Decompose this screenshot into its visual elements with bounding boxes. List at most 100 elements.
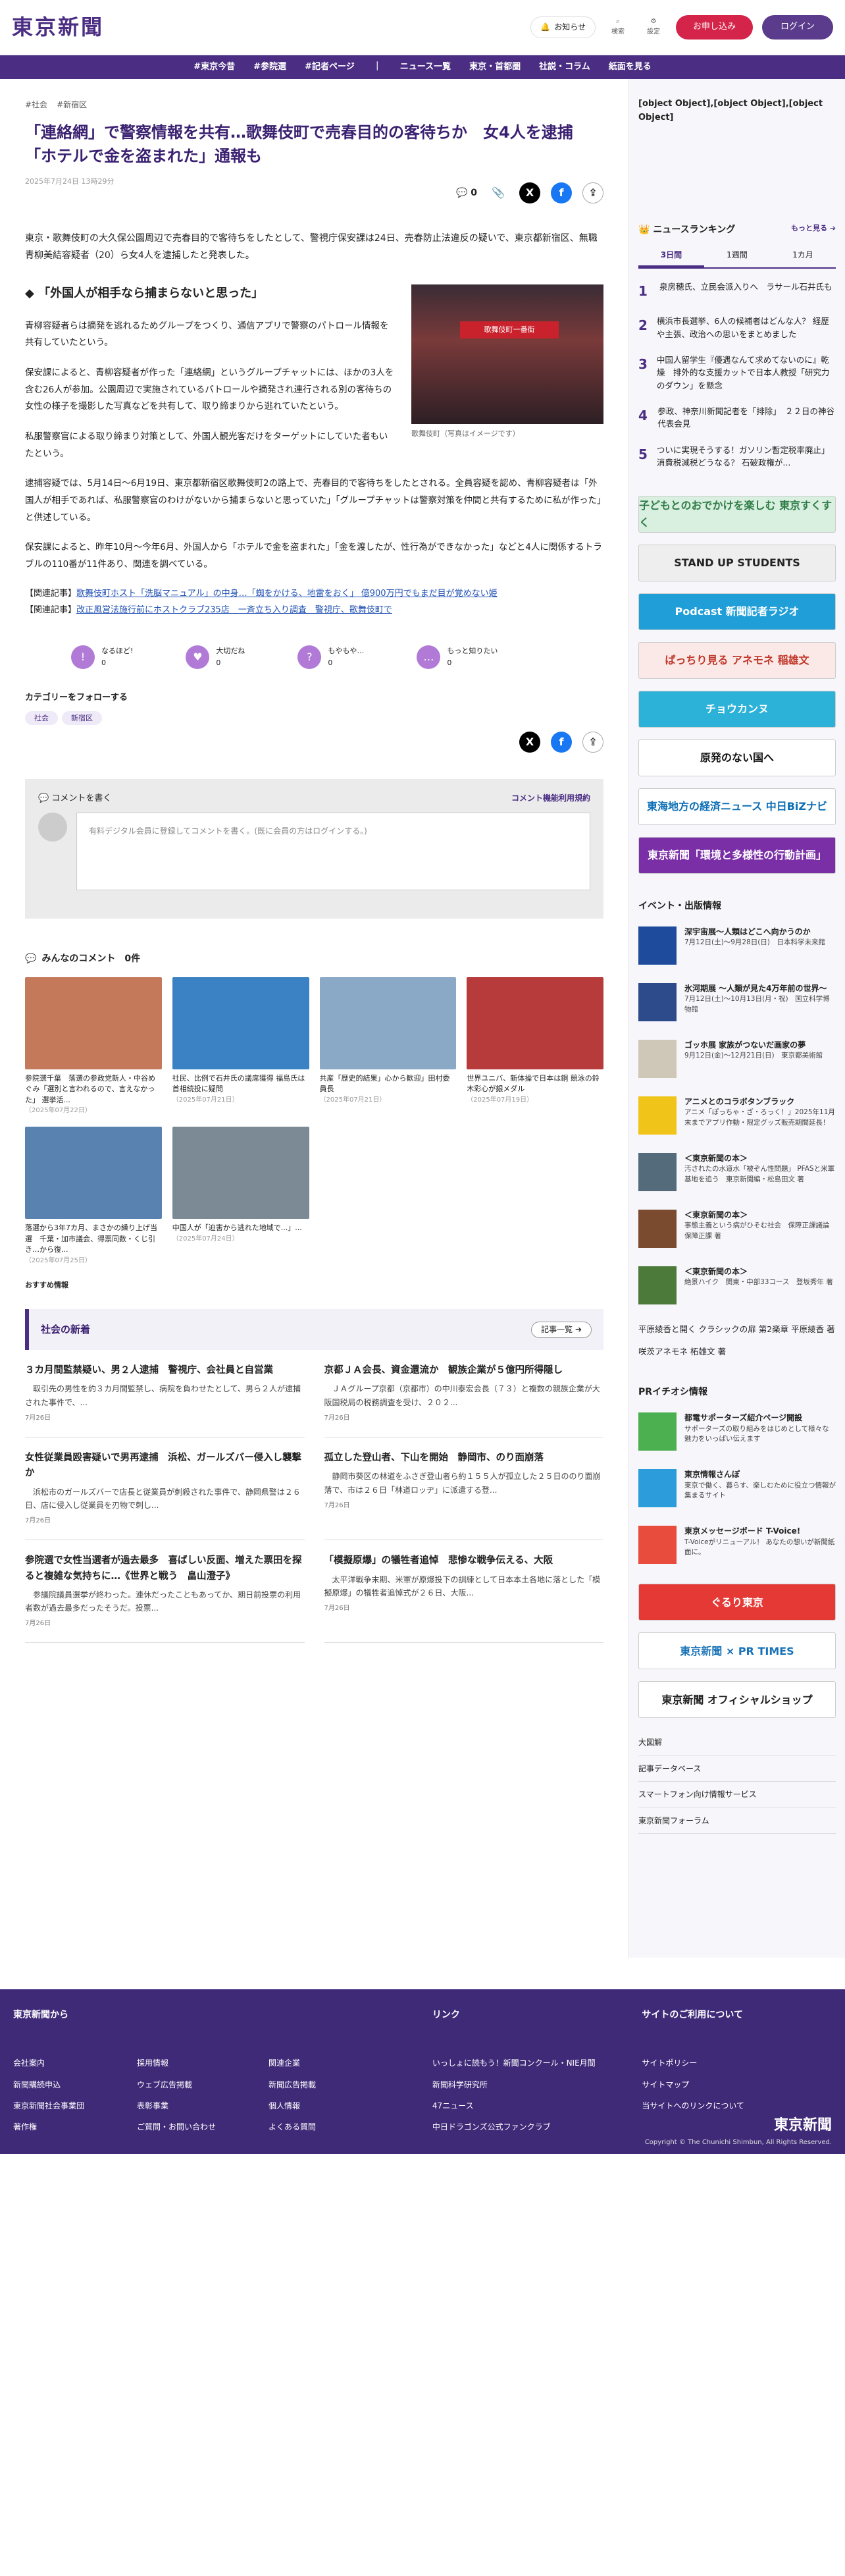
footer-link[interactable]: ウェブ広告掲載 — [137, 2074, 216, 2095]
nav-item[interactable]: 紙面を見る — [609, 61, 652, 74]
event-item[interactable]: アニメとのコラボタンブラック アニメ「ぽっちゃ・ざ・ろっく！」2025年11月末ま… — [638, 1096, 836, 1135]
nav-item[interactable]: ｜ — [373, 61, 382, 74]
event-item[interactable]: 氷河期展 〜人類が見た4万年前の世界〜 7月12日(土)〜10月13日(月・祝) … — [638, 982, 836, 1021]
follow-chip[interactable]: 新宿区 — [62, 711, 102, 726]
ranking-item[interactable]: 1 泉房穂氏、立民会派入りへ ラサール石井氏も — [638, 281, 836, 302]
side-link[interactable]: 東京新聞フォーラム — [638, 1808, 836, 1834]
event-item[interactable]: 東京メッセージボード T-Voice! T-Voiceがリニューアル！ あなたの想… — [638, 1526, 836, 1565]
book-link[interactable]: 平原綾香と開く クラシックの扉 第2楽章 平原綾香 著 — [638, 1323, 836, 1336]
tab-1week[interactable]: 1週間 — [704, 245, 770, 267]
news-item[interactable]: 京都ＪＡ会長、資金還流か 観族企業が５億円所得隠し ＪＡグループ京都（京都市）の… — [324, 1350, 603, 1438]
comment-input[interactable]: 有料デジタル会員に登録してコメントを書く。(既に会員の方はログインする。) — [76, 813, 590, 891]
share-icon[interactable]: ⇪ — [582, 182, 603, 203]
promo-banner[interactable]: 東京新聞 × PR TIMES — [638, 1632, 836, 1670]
promo-banner[interactable]: ぱっちり見る アネモネ 稲雄文 — [638, 641, 836, 679]
news-item[interactable]: 参院選で女性当選者が過去最多 喜ばしい反面、増えた票田を探ると複雑な気持ちに…《… — [25, 1540, 305, 1644]
event-item[interactable]: ＜東京新聞の本＞ 汚されたの水道水「被ぞん性問題」 PFASと米軍基地を追う 東京… — [638, 1152, 836, 1191]
book-link[interactable]: 咲茨アネモネ 柘雄文 著 — [638, 1345, 836, 1358]
footer-link[interactable]: サイトマップ — [642, 2074, 832, 2095]
promo-banner[interactable]: Podcast 新聞記者ラジオ — [638, 593, 836, 630]
recommend-card[interactable]: 落選から3年7カ月、まさかの繰り上げ当選 千葉・加市議会、得票同数・くじ引き…か… — [25, 1127, 162, 1266]
promo-banner[interactable]: チョウカンヌ — [638, 690, 836, 728]
event-item[interactable]: ＜東京新聞の本＞ 絶景ハイク 関東・中部33コース 登坂秀年 著 — [638, 1266, 836, 1304]
ranking-item[interactable]: 5 ついに実現そうする！ガソリン暫定税率廃止」消費税減税どうなる？ 石破政権が..… — [638, 444, 836, 470]
ranking-item[interactable]: 4 参政、神奈川新聞記者を「排除」 ２２日の神谷代表会見 — [638, 405, 836, 431]
nav-item[interactable]: ニュース一覧 — [400, 61, 451, 74]
side-link[interactable]: スマートフォン向け情報サービス — [638, 1782, 836, 1808]
event-item[interactable]: ゴッホ展 家族がつないだ画家の夢 9月12日(金)〜12月21日(日) 東京都美術… — [638, 1039, 836, 1078]
notice-button[interactable]: 🔔 お知らせ — [530, 16, 596, 39]
reaction-button[interactable]: ♥ 大切だね 0 — [186, 645, 245, 669]
nav-item[interactable]: #参院選 — [253, 61, 286, 74]
share-icon[interactable]: ⇪ — [582, 732, 603, 753]
site-logo[interactable]: 東京新聞 — [12, 11, 104, 44]
search-button[interactable]: ⌕ 検索 — [605, 16, 631, 38]
tab-1month[interactable]: 1カ月 — [770, 245, 836, 267]
promo-banner[interactable]: 原発のない国へ — [638, 739, 836, 776]
recommend-card[interactable]: 世界ユニバ、新体操で日本は銅 競泳の鈴木彩心が銀メダル （2025年07月19日） — [467, 977, 603, 1117]
nav-item[interactable]: #東京今昔 — [193, 61, 235, 74]
footer-link[interactable]: 個人情報 — [269, 2095, 316, 2116]
footer-link[interactable]: 47ニュース — [432, 2095, 642, 2116]
ranking-item[interactable]: 3 中国人留学生『優遇なんて求めてないのに』乾燥 排外的な支援カットで日本人教授「… — [638, 354, 836, 392]
related-link[interactable]: 改正風営法施行前にホストクラブ235店 一斉立ち入り調査 警視庁、歌舞伎町で — [76, 605, 392, 615]
tag-link[interactable]: #新宿区 — [57, 99, 87, 111]
promo-banner[interactable]: 東京新聞 オフィシャルショップ — [638, 1681, 836, 1719]
comment-count[interactable]: 💬 0 — [456, 186, 477, 200]
news-item[interactable]: ３カ月間監禁疑い、男２人逮捕 警視庁、会社員と自営業 取引先の男性を約３カ月間監… — [25, 1350, 305, 1438]
recommend-card[interactable]: 中国人が「迫害から逃れた地域で...」... （2025年07月24日） — [172, 1127, 309, 1266]
event-item[interactable]: 東京情報さんぽ 東京で働く、暮らす、楽しむために役立つ情報が集まるサイト — [638, 1469, 836, 1508]
footer-link[interactable]: サイトポリシー — [642, 2053, 832, 2074]
tag-link[interactable]: #社会 — [25, 99, 47, 111]
event-item[interactable]: ＜東京新聞の本＞ 事態主義という病がひそむ社会 保障正課議論 保障正課 著 — [638, 1209, 844, 1248]
nav-item[interactable]: 東京・首都圏 — [469, 61, 521, 74]
reaction-button[interactable]: … もっと知りたい 0 — [417, 645, 498, 669]
footer-link[interactable]: ご質問・お問い合わせ — [137, 2116, 216, 2137]
footer-link[interactable]: 関連企業 — [269, 2053, 316, 2074]
comment-rules-link[interactable]: コメント機能利用規約 — [511, 792, 590, 806]
footer-link[interactable]: 新聞広告掲載 — [269, 2074, 316, 2095]
footer-link[interactable]: 会社案内 — [13, 2053, 84, 2074]
x-share-icon[interactable]: X — [519, 732, 540, 753]
x-share-icon[interactable]: X — [519, 182, 540, 203]
footer-link[interactable]: 表彰事業 — [137, 2095, 216, 2116]
news-item[interactable]: 孤立した登山者、下山を開始 静岡市、のり面崩落 静岡市葵区の林道をふさぎ登山者ら… — [324, 1437, 603, 1541]
follow-chip[interactable]: 社会 — [25, 711, 58, 726]
ranking-more-link[interactable]: もっと見る ➔ — [791, 223, 836, 237]
side-link[interactable]: 大図解 — [638, 1730, 836, 1756]
footer-link[interactable]: 新聞購読申込 — [13, 2074, 84, 2095]
login-button[interactable]: ログイン — [761, 15, 833, 40]
recommend-card[interactable]: 社民、比例で石井氏の議席獲得 福島氏は首相続投に疑問 （2025年07月21日） — [172, 977, 309, 1117]
promo-banner[interactable]: STAND UP STUDENTS — [638, 544, 836, 581]
footer-link[interactable]: いっしょに読もう！新聞コンクール・NIE月間 — [432, 2053, 642, 2074]
event-item[interactable]: 深宇宙展〜人類はどこへ向かうのか 7月12日(土)〜9月28日(日) 日本科学未来… — [638, 926, 836, 965]
promo-banner[interactable]: 子どもとのおでかけを楽しむ 東京すくすく — [638, 495, 836, 533]
tab-3days[interactable]: 3日間 — [638, 245, 704, 268]
side-link[interactable]: 記事データベース — [638, 1756, 836, 1783]
promo-banner[interactable]: ぐるり東京 — [638, 1584, 836, 1621]
nav-item[interactable]: 社説・コラム — [539, 61, 590, 74]
clip-icon[interactable]: 📎 — [488, 182, 509, 203]
promo-banner[interactable]: 東京新聞「環境と多様性の行動計画」 — [638, 836, 836, 874]
footer-link[interactable]: 著作権 — [13, 2116, 84, 2137]
event-item[interactable]: 都電サポーターズ紹介ページ開設 サポーターズの取り組みをはじめとして様々な魅力をい… — [638, 1412, 836, 1451]
ranking-item[interactable]: 2 横浜市長選挙、6人の候補者はどんな人？ 経歴や主張、政治への思いをまとめました — [638, 315, 836, 340]
facebook-share-icon[interactable]: f — [551, 732, 572, 753]
footer-link[interactable]: よくある質問 — [269, 2116, 316, 2137]
signup-button[interactable]: お申し込み — [675, 15, 753, 40]
facebook-share-icon[interactable]: f — [551, 182, 572, 203]
news-item[interactable]: 「模擬原爆」の犠牲者追悼 悲惨な戦争伝える、大阪 太平洋戦争末期、米軍が原爆投下… — [324, 1540, 603, 1644]
footer-link[interactable]: 新聞科学研究所 — [432, 2074, 642, 2095]
recommend-card[interactable]: 参院選千葉 落選の参政党新人・中谷めぐみ「選別と言われるので、言えなかった」 選… — [25, 977, 162, 1117]
related-link[interactable]: 歌舞伎町ホスト「洗脳マニュアル」の中身…「蜘をかける、地雷をおく」 億900万円… — [76, 589, 498, 599]
reaction-button[interactable]: ! なるほど! 0 — [71, 645, 133, 669]
reaction-button[interactable]: ? もやもや… 0 — [297, 645, 364, 669]
nav-item[interactable]: #記者ページ — [305, 61, 355, 74]
footer-link[interactable]: 中日ドラゴンズ公式ファンクラブ — [432, 2116, 642, 2137]
footer-link[interactable]: 採用情報 — [137, 2053, 216, 2074]
news-item[interactable]: 女性従業員殴害疑いで男再逮捕 浜松、ガールズバー侵入し襲撃か 浜松市のガールズバ… — [25, 1437, 305, 1541]
recommend-card[interactable]: 共産「歴史的結果」心から歓迎」田村委員長 （2025年07月21日） — [319, 977, 457, 1117]
footer-link[interactable]: 東京新聞社会事業団 — [13, 2095, 84, 2116]
promo-banner[interactable]: 東海地方の経済ニュース 中日BiZナビ — [638, 788, 836, 825]
news-more-button[interactable]: 記事一覧 ➔ — [531, 1321, 592, 1338]
